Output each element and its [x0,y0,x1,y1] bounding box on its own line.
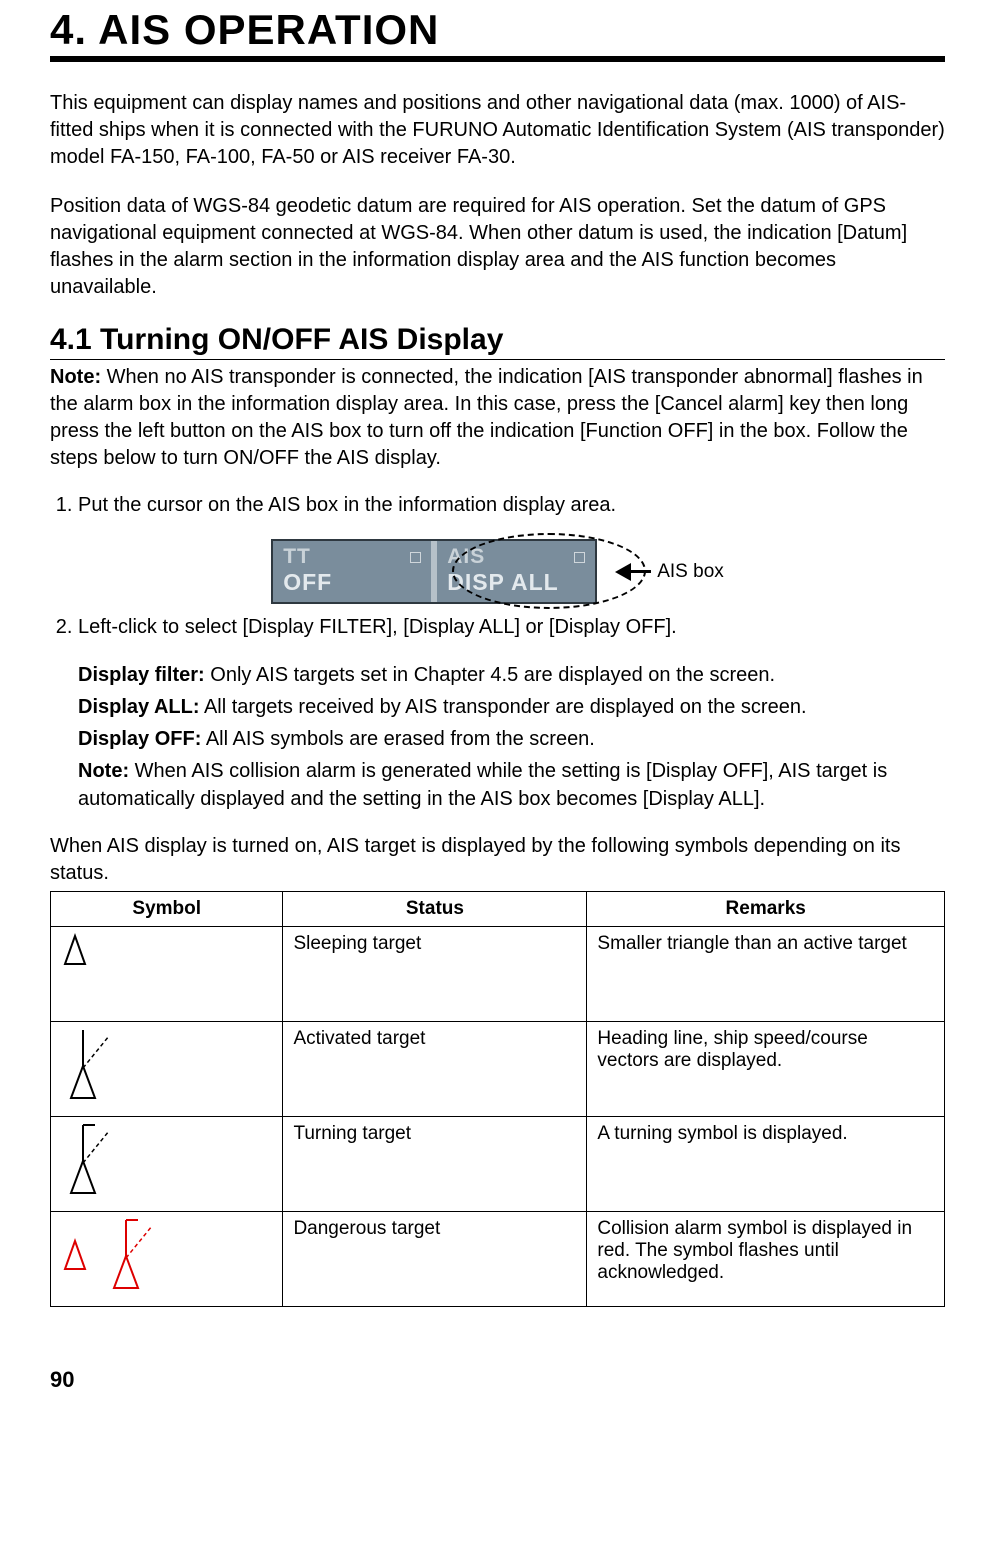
display-all-label: Display ALL: [78,696,200,718]
table-row: Activated target Heading line, ship spee… [51,1022,945,1117]
status-cell: Sleeping target [283,927,587,1022]
ais-panel: AIS DISP ALL [431,541,595,602]
table-row: Dangerous target Collision alarm symbol … [51,1212,945,1307]
note-text: When no AIS transponder is connected, th… [50,366,923,469]
dangerous-sleeping-icon [61,1238,89,1272]
ais-line2: DISP ALL [447,569,559,596]
chapter-title: 4. AIS OPERATION [50,6,945,54]
step-1: Put the cursor on the AIS box in the inf… [78,492,945,519]
tt-square-icon [410,552,421,563]
remarks-cell: Smaller triangle than an active target [587,927,945,1022]
callout-text: AIS box [657,561,724,583]
section-title: 4.1 Turning ON/OFF AIS Display [50,323,945,357]
note-label: Note: [50,366,101,388]
th-symbol: Symbol [51,892,283,927]
dangerous-active-icon [104,1218,164,1292]
status-cell: Turning target [283,1117,587,1212]
display-note-label: Note: [78,760,129,782]
remarks-cell: Collision alarm symbol is displayed in r… [587,1212,945,1307]
display-note: Note: When AIS collision alarm is genera… [78,757,945,813]
section-rule [50,359,945,360]
remarks-cell: Heading line, ship speed/course vectors … [587,1022,945,1117]
display-off-label: Display OFF: [78,728,201,750]
th-remarks: Remarks [587,892,945,927]
callout-arrow: AIS box [615,561,724,583]
table-intro: When AIS display is turned on, AIS targe… [50,833,945,887]
status-cell: Activated target [283,1022,587,1117]
symbol-turning [51,1117,283,1212]
display-off-text: All AIS symbols are erased from the scre… [201,728,595,750]
display-filter-label: Display filter: [78,664,205,686]
tt-line1: TT [283,545,311,569]
ais-line1: AIS [447,545,485,569]
table-row: Sleeping target Smaller triangle than an… [51,927,945,1022]
status-cell: Dangerous target [283,1212,587,1307]
tt-panel: TT OFF [273,541,431,602]
tt-line2: OFF [283,569,332,596]
table-header-row: Symbol Status Remarks [51,892,945,927]
ais-box-figure: TT OFF AIS DISP ALL AIS box [50,539,945,604]
remarks-cell: A turning symbol is displayed. [587,1117,945,1212]
th-status: Status [283,892,587,927]
chapter-rule [50,56,945,62]
symbol-dangerous [51,1212,283,1307]
turning-target-icon [61,1123,121,1197]
arrow-stem [629,570,651,573]
activated-target-icon [61,1028,121,1102]
steps-list: Put the cursor on the AIS box in the inf… [50,492,945,519]
steps-list-2: Left-click to select [Display FILTER], [… [50,614,945,641]
symbol-sleeping [51,927,283,1022]
page-number: 90 [50,1367,945,1393]
sleeping-target-icon [61,933,89,967]
display-off-option: Display OFF: All AIS symbols are erased … [78,725,945,753]
table-row: Turning target A turning symbol is displ… [51,1117,945,1212]
section-note: Note: When no AIS transponder is connect… [50,364,945,472]
intro-paragraph-2: Position data of WGS-84 geodetic datum a… [50,193,945,301]
display-box: TT OFF AIS DISP ALL [271,539,597,604]
display-all-option: Display ALL: All targets received by AIS… [78,693,945,721]
display-filter-option: Display filter: Only AIS targets set in … [78,661,945,689]
symbol-activated [51,1022,283,1117]
ais-square-icon [574,552,585,563]
step-2: Left-click to select [Display FILTER], [… [78,614,945,641]
symbol-table: Symbol Status Remarks Sleeping target Sm… [50,891,945,1307]
display-note-text: When AIS collision alarm is generated wh… [78,760,887,810]
display-filter-text: Only AIS targets set in Chapter 4.5 are … [205,664,775,686]
display-all-text: All targets received by AIS transponder … [200,696,807,718]
intro-paragraph-1: This equipment can display names and pos… [50,90,945,171]
